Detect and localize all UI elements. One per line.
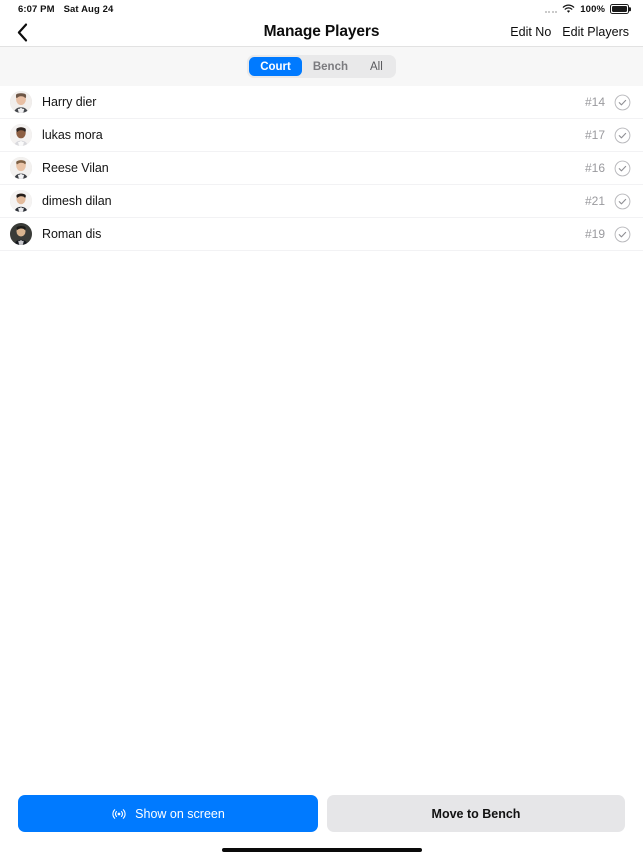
page-title: Manage Players — [263, 23, 380, 40]
check-circle-icon[interactable] — [614, 160, 631, 177]
player-avatar-photo — [10, 157, 32, 179]
filter-bar: Court Bench All — [0, 46, 643, 86]
player-name: Roman dis — [42, 227, 102, 241]
row-trailing: #21 — [585, 193, 631, 210]
move-to-bench-label: Move to Bench — [431, 806, 521, 821]
jersey-number: #14 — [584, 95, 605, 109]
show-on-screen-label: Show on screen — [135, 806, 225, 821]
battery-percent-label: 100% — [580, 3, 605, 15]
row-trailing: #14 — [585, 94, 631, 111]
navigation-bar: Manage Players Edit No Edit Players — [0, 18, 643, 46]
check-circle-icon[interactable] — [614, 127, 631, 144]
check-circle-icon[interactable] — [614, 226, 631, 243]
list-empty-space — [0, 251, 643, 785]
player-name: Reese Vilan — [42, 161, 109, 175]
status-date: Sat Aug 24 — [63, 3, 114, 15]
status-bar: 6:07 PM Sat Aug 24 100% — [0, 0, 643, 18]
row-trailing: #17 — [585, 127, 631, 144]
segment-bench[interactable]: Bench — [302, 57, 359, 76]
segment-court[interactable]: Court — [249, 57, 302, 76]
player-avatar-photo — [10, 91, 32, 113]
check-circle-icon[interactable] — [614, 94, 631, 111]
table-row[interactable]: Roman dis #19 — [0, 218, 643, 250]
table-row[interactable]: Harry dier #14 — [0, 86, 643, 118]
home-indicator[interactable] — [221, 848, 422, 852]
show-on-screen-button[interactable]: Show on screen — [18, 795, 318, 832]
segmented-control: Court Bench All — [247, 55, 396, 78]
table-row[interactable]: dimesh dilan #21 — [0, 185, 643, 217]
jersey-number: #16 — [584, 161, 605, 175]
table-row[interactable]: Reese Vilan #16 — [0, 152, 643, 184]
player-avatar-photo — [10, 124, 32, 146]
check-circle-icon[interactable] — [614, 193, 631, 210]
jersey-number: #19 — [584, 227, 605, 241]
player-avatar-photo — [10, 223, 32, 245]
table-row[interactable]: lukas mora #17 — [0, 119, 643, 151]
bottom-action-bar: Show on screen Move to Bench — [0, 785, 643, 842]
battery-full-icon — [610, 4, 629, 14]
home-indicator-area — [0, 842, 643, 858]
broadcast-icon — [112, 808, 126, 819]
status-time: 6:07 PM — [18, 3, 55, 15]
row-trailing: #19 — [585, 226, 631, 243]
segment-all[interactable]: All — [359, 57, 394, 76]
move-to-bench-button[interactable]: Move to Bench — [327, 795, 625, 832]
player-list: Harry dier #14 lukas mora #17 Reese Vila… — [0, 86, 643, 785]
wifi-icon — [562, 4, 575, 13]
player-name: lukas mora — [42, 128, 103, 142]
jersey-number: #17 — [584, 128, 605, 142]
player-name: Harry dier — [42, 95, 97, 109]
signal-dots-icon — [544, 6, 558, 13]
status-bar-left: 6:07 PM Sat Aug 24 — [18, 4, 113, 15]
app-screen: 6:07 PM Sat Aug 24 100% Manage Players E… — [0, 0, 643, 858]
player-name: dimesh dilan — [42, 194, 112, 208]
status-bar-right: 100% — [544, 3, 629, 15]
player-avatar-photo — [10, 190, 32, 212]
jersey-number: #21 — [584, 194, 605, 208]
row-trailing: #16 — [585, 160, 631, 177]
